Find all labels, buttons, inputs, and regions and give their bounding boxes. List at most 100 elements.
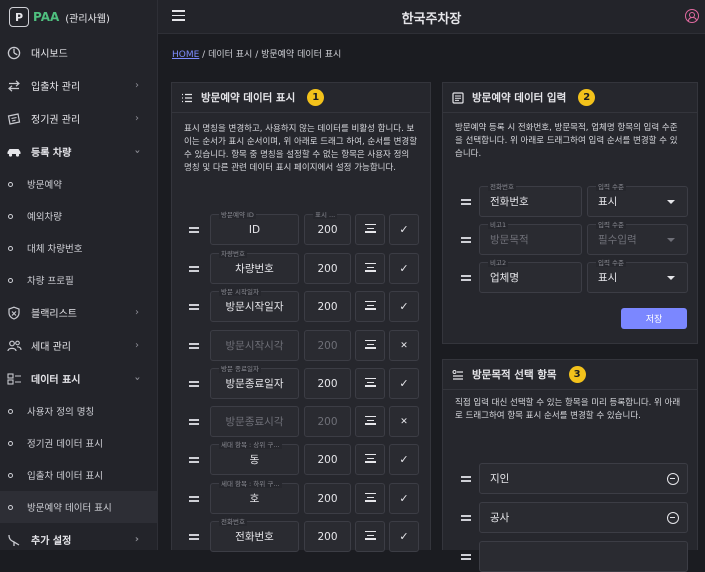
sidebar-item-dashboard[interactable]: 대시보드 (0, 36, 157, 69)
breadcrumb-home-link[interactable]: HOME (172, 50, 199, 60)
sidebar-subitem-exception-vehicle[interactable]: 예외차량 (0, 200, 157, 232)
sidebar-subitem-visit-reservation[interactable]: 방문예약 (0, 168, 157, 200)
width-field[interactable]: 200 (304, 253, 351, 284)
display-name-field[interactable]: 방문시작일자 방문 시작일자 (210, 286, 299, 322)
save-button[interactable]: 저장 (621, 308, 687, 329)
display-name-field[interactable]: 방문시작시각 (210, 330, 299, 361)
sidebar-subitem-visit-data[interactable]: 방문예약 데이터 표시 (0, 491, 157, 523)
display-name-field[interactable]: 차량번호 차량번호 (210, 248, 299, 284)
width-value: 200 (317, 339, 338, 352)
sidebar-subitem-vehicle-profile[interactable]: 차량 프로필 (0, 264, 157, 296)
align-button[interactable] (355, 291, 385, 322)
drag-handle-icon[interactable] (461, 237, 471, 245)
table-row: 방문시작일자 방문 시작일자 200 ✓ (186, 286, 426, 323)
input-level-select[interactable]: 필수입력 입력 수준 (587, 219, 688, 255)
drag-handle-icon[interactable] (461, 515, 471, 523)
drag-handle-icon[interactable] (189, 457, 199, 465)
width-field[interactable]: 200 표시 ... (304, 209, 351, 245)
align-button[interactable] (355, 253, 385, 284)
remove-circle-icon[interactable] (667, 472, 679, 485)
field-name-input[interactable]: 전화번호 전화번호 (479, 181, 582, 217)
input-level-select[interactable]: 표시 입력 수준 (587, 181, 688, 217)
chevron-down-icon (667, 275, 675, 280)
enable-toggle-button[interactable]: ✓ (389, 253, 419, 284)
sidebar-item-season-pass[interactable]: 정기권 관리 › (0, 102, 157, 135)
sidebar-item-household[interactable]: 세대 관리 › (0, 329, 157, 362)
display-name-field[interactable]: 호 세대 항목 : 하위 구... (210, 478, 299, 514)
top-bar: 한국주차장 (158, 0, 705, 34)
disable-toggle-button[interactable]: ✕ (389, 330, 419, 361)
display-name-field[interactable]: 전화번호 전화번호 (210, 516, 299, 552)
align-button[interactable] (355, 444, 385, 475)
remove-circle-icon[interactable] (667, 511, 679, 524)
align-button[interactable] (355, 330, 385, 361)
width-field[interactable]: 200 (304, 444, 351, 475)
drag-handle-icon[interactable] (189, 496, 199, 504)
drag-handle-icon[interactable] (189, 419, 199, 427)
display-name-field[interactable]: ID 방문예약 ID (210, 209, 299, 245)
enable-toggle-button[interactable]: ✓ (389, 214, 419, 245)
sidebar-item-registered-vehicles[interactable]: 등록 차량 › (0, 135, 157, 168)
check-icon: ✓ (399, 223, 409, 236)
drag-handle-icon[interactable] (189, 343, 199, 351)
chevron-down-icon: › (131, 376, 143, 381)
sidebar-item-entry-exit[interactable]: 입출차 관리 › (0, 69, 157, 102)
display-name-field[interactable]: 동 세대 항목 : 상위 구... (210, 439, 299, 475)
drag-handle-icon[interactable] (461, 275, 471, 283)
field-name-input[interactable]: 업체명 비고2 (479, 257, 582, 293)
drag-handle-icon[interactable] (461, 199, 471, 207)
sidebar-subitem-label: 사용자 정의 명칭 (27, 407, 95, 418)
sidebar-subitem-alt-plate[interactable]: 대체 차량번호 (0, 232, 157, 264)
sidebar-subitem-custom-names[interactable]: 사용자 정의 명칭 (0, 395, 157, 427)
purpose-item-field[interactable] (479, 541, 688, 572)
check-icon: ✓ (399, 492, 409, 505)
sidebar-subitem-label: 정기권 데이터 표시 (27, 439, 103, 450)
field-label: 세대 항목 : 하위 구... (219, 478, 282, 488)
drag-handle-icon[interactable] (189, 304, 199, 312)
drag-handle-icon[interactable] (189, 381, 199, 389)
purpose-item-field[interactable]: 지인 (479, 463, 688, 494)
table-row: 동 세대 항목 : 상위 구... 200 ✓ (186, 439, 426, 476)
enable-toggle-button[interactable]: ✓ (389, 368, 419, 399)
display-name-value: 호 (249, 493, 260, 505)
logo[interactable]: P PAA (관리사웹) (0, 0, 157, 34)
sidebar-item-label: 정기권 관리 (31, 115, 81, 126)
sidebar-item-data-display[interactable]: 데이터 표시 › (0, 362, 157, 395)
enable-toggle-button[interactable]: ✓ (389, 483, 419, 514)
width-field[interactable]: 200 (304, 368, 351, 399)
disable-toggle-button[interactable]: ✕ (389, 406, 419, 437)
purpose-item-field[interactable]: 공사 (479, 502, 688, 533)
align-button[interactable] (355, 214, 385, 245)
enable-toggle-button[interactable]: ✓ (389, 444, 419, 475)
enable-toggle-button[interactable]: ✓ (389, 291, 419, 322)
width-field[interactable]: 200 (304, 521, 351, 552)
drag-handle-icon[interactable] (189, 227, 199, 235)
align-button[interactable] (355, 521, 385, 552)
drag-handle-icon[interactable] (189, 266, 199, 274)
width-field[interactable]: 200 (304, 330, 351, 361)
enable-toggle-button[interactable]: ✓ (389, 521, 419, 552)
input-level-select[interactable]: 표시 입력 수준 (587, 257, 688, 293)
align-button[interactable] (355, 483, 385, 514)
drag-handle-icon[interactable] (461, 476, 471, 484)
sidebar-subitem-entry-exit-data[interactable]: 입출차 데이터 표시 (0, 459, 157, 491)
chevron-right-icon: › (135, 80, 139, 91)
display-name-field[interactable]: 방문종료시각 (210, 406, 299, 437)
display-name-value: 동 (249, 454, 260, 466)
sidebar-item-label: 대시보드 (31, 49, 68, 60)
field-name-input[interactable]: 방문목적 비고1 (479, 219, 582, 255)
display-name-value: 방문종료일자 (225, 378, 284, 390)
sidebar-item-blacklist[interactable]: 블랙리스트 › (0, 296, 157, 329)
width-field[interactable]: 200 (304, 291, 351, 322)
width-field[interactable]: 200 (304, 406, 351, 437)
display-name-field[interactable]: 방문종료일자 방문 종료일자 (210, 363, 299, 399)
sidebar-subitem-pass-data[interactable]: 정기권 데이터 표시 (0, 427, 157, 459)
align-button[interactable] (355, 406, 385, 437)
sidebar-item-extra-settings[interactable]: 추가 설정 › (0, 523, 157, 556)
user-icon[interactable] (685, 9, 699, 23)
drag-handle-icon[interactable] (461, 554, 471, 562)
width-field[interactable]: 200 (304, 483, 351, 514)
align-button[interactable] (355, 368, 385, 399)
sidebar: P PAA (관리사웹) 대시보드 입출차 관리 › 정기권 관리 › 등록 차… (0, 0, 158, 550)
drag-handle-icon[interactable] (189, 534, 199, 542)
